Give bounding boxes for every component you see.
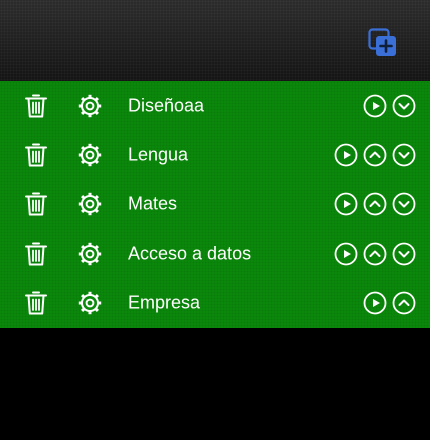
trash-icon[interactable] <box>24 290 48 316</box>
row-actions <box>334 192 416 216</box>
course-name[interactable]: Lengua <box>128 145 188 166</box>
chevron-up-icon[interactable] <box>363 242 387 266</box>
gear-icon[interactable] <box>77 241 103 267</box>
gear-icon[interactable] <box>77 290 103 316</box>
play-icon[interactable] <box>334 192 358 216</box>
row-actions <box>334 143 416 167</box>
row-actions <box>363 94 416 118</box>
trash-icon[interactable] <box>24 191 48 217</box>
gear-icon[interactable] <box>77 191 103 217</box>
play-icon[interactable] <box>363 291 387 315</box>
chevron-down-icon[interactable] <box>392 192 416 216</box>
play-icon[interactable] <box>334 143 358 167</box>
play-icon[interactable] <box>334 242 358 266</box>
chevron-down-icon[interactable] <box>392 94 416 118</box>
course-name[interactable]: Acceso a datos <box>128 243 251 264</box>
list-item: Acceso a datos <box>0 229 430 278</box>
list-item: Mates <box>0 180 430 229</box>
row-actions <box>334 242 416 266</box>
top-bar <box>0 0 430 81</box>
list-item: Lengua <box>0 130 430 179</box>
trash-icon[interactable] <box>24 93 48 119</box>
chevron-up-icon[interactable] <box>363 143 387 167</box>
trash-icon[interactable] <box>24 142 48 168</box>
add-to-collection-icon[interactable] <box>368 28 398 58</box>
list-item: Diseñoaa <box>0 81 430 130</box>
chevron-up-icon[interactable] <box>392 291 416 315</box>
trash-icon[interactable] <box>24 241 48 267</box>
app-window: Diseñoaa Lengua Mates Acceso a datos Emp… <box>0 0 430 440</box>
chevron-down-icon[interactable] <box>392 143 416 167</box>
chevron-down-icon[interactable] <box>392 242 416 266</box>
course-list: Diseñoaa Lengua Mates Acceso a datos Emp… <box>0 81 430 328</box>
course-name[interactable]: Diseñoaa <box>128 95 204 116</box>
row-actions <box>363 291 416 315</box>
play-icon[interactable] <box>363 94 387 118</box>
chevron-up-icon[interactable] <box>363 192 387 216</box>
gear-icon[interactable] <box>77 142 103 168</box>
course-name[interactable]: Empresa <box>128 293 200 314</box>
list-item: Empresa <box>0 279 430 328</box>
gear-icon[interactable] <box>77 93 103 119</box>
empty-area <box>0 328 430 440</box>
course-name[interactable]: Mates <box>128 194 177 215</box>
